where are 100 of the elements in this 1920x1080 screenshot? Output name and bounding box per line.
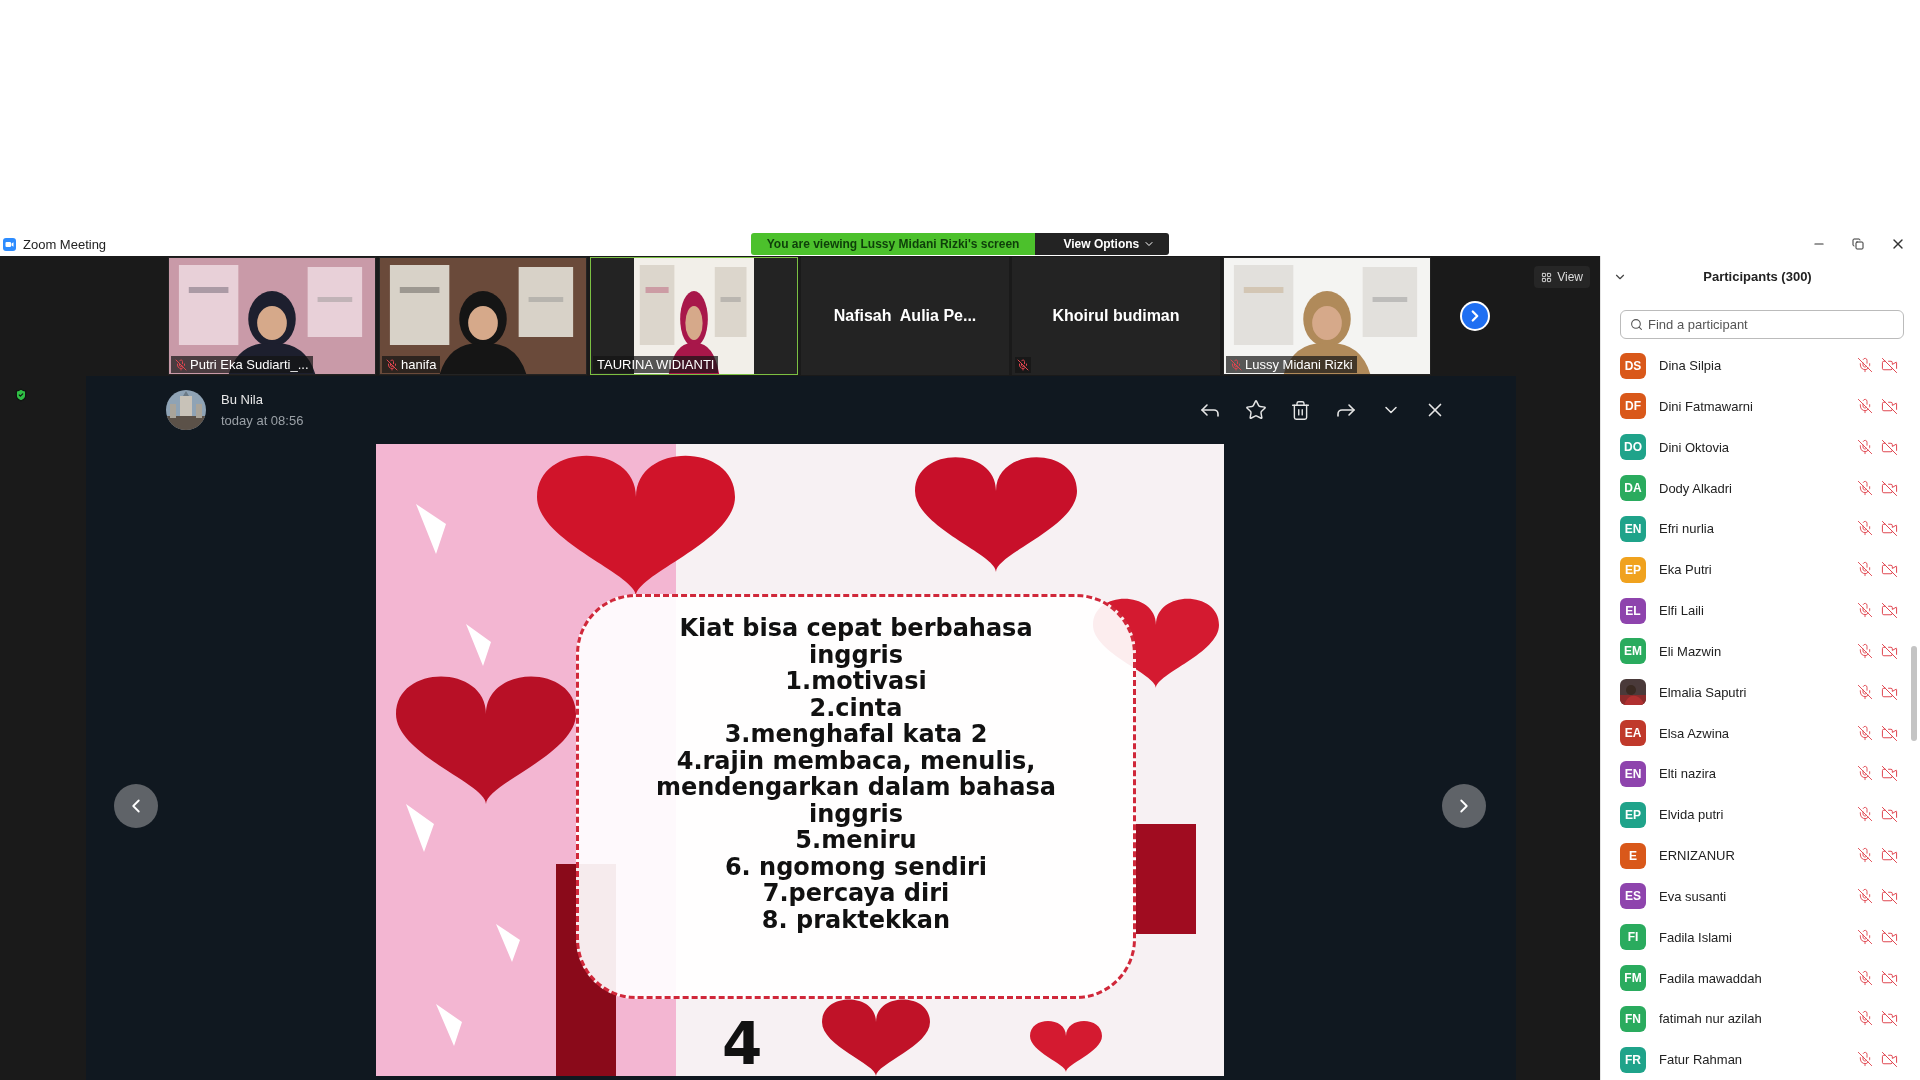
view-options-button[interactable]: View Options [1035, 233, 1170, 255]
panel-title: Participants (300) [1702, 269, 1813, 285]
participant-name: Elfi Laili [1659, 603, 1705, 619]
muted-mic-icon[interactable] [1857, 1010, 1873, 1027]
slide-text: 7.percaya diri [762, 880, 950, 907]
muted-mic-icon[interactable] [1857, 765, 1873, 782]
search-icon [1630, 317, 1643, 331]
participant-name: TAURINA WIDIANTI [593, 356, 719, 373]
participant-name: Dina Silpia [1659, 358, 1723, 374]
sender-name: Bu Nila [221, 392, 264, 407]
participant-name: Efri nurlia [1659, 521, 1715, 537]
restore-button[interactable] [1852, 238, 1864, 250]
participant-avatar: DF [1620, 393, 1646, 420]
participant-name: Fadila mawaddah [1659, 970, 1763, 986]
muted-mic-icon[interactable] [1857, 969, 1873, 986]
participant-name: Eva susanti [1659, 888, 1728, 904]
next-button[interactable] [1442, 784, 1486, 828]
participant-name: Elsa Azwina [1659, 725, 1731, 741]
shield-icon [14, 388, 28, 402]
participant-name: Khoirul budiman [1052, 307, 1180, 325]
participant-name: Fatur Rahman [1659, 1052, 1744, 1068]
participant-avatar: EL [1620, 597, 1646, 624]
participant-name: Fadila Islami [1659, 929, 1733, 945]
video-tile[interactable]: hanifa [379, 257, 587, 375]
search-field[interactable]: Find a participant [1620, 309, 1904, 340]
camera-off-icon[interactable] [1881, 683, 1898, 701]
participant-name: Elvida putri [1659, 807, 1725, 823]
muted-mic-icon[interactable] [1857, 602, 1873, 619]
slide-text: inggris [809, 641, 903, 668]
slide-number: 4 [722, 1014, 763, 1074]
muted-mic-icon [1017, 359, 1029, 371]
participant-name: Eka Putri [1659, 562, 1713, 578]
muted-mic-icon[interactable] [1857, 724, 1873, 741]
camera-off-icon[interactable] [1881, 887, 1898, 905]
grid-icon [1541, 271, 1553, 283]
camera-off-icon[interactable] [1881, 969, 1898, 987]
muted-mic-icon[interactable] [1857, 357, 1873, 374]
slide-text: Kiat bisa cepat berbahasa [679, 615, 1033, 642]
message-time: today at 08:56 [221, 413, 304, 428]
participant-name: Dini Fatmawarni [1659, 398, 1754, 414]
participant-name: Eli Mazwin [1659, 643, 1723, 659]
video-tile[interactable]: Nafisah Aulia Pe... [801, 257, 1009, 375]
camera-off-icon[interactable] [1881, 765, 1898, 783]
camera-off-icon[interactable] [1881, 397, 1898, 415]
video-tile[interactable]: Lussy Midani Rizki [1223, 257, 1431, 375]
camera-off-icon[interactable] [1881, 806, 1898, 824]
participant-name: Putri Eka Sudiarti_... [171, 356, 313, 373]
slide-text: 4.rajin membaca, menulis, [676, 747, 1036, 774]
slide-text: 2.cinta [809, 694, 903, 721]
camera-off-icon[interactable] [1881, 724, 1898, 742]
participant-name: Elti nazira [1659, 766, 1718, 782]
participant-avatar: EA [1620, 720, 1646, 747]
participant-name: Dini Oktovia [1659, 439, 1731, 455]
camera-off-icon[interactable] [1881, 847, 1898, 865]
camera-off-icon[interactable] [1881, 479, 1898, 497]
muted-mic-icon[interactable] [1857, 1051, 1873, 1068]
participant-name: Lussy Midani Rizki [1226, 356, 1357, 373]
participant-avatar: FM [1620, 965, 1646, 992]
camera-off-icon[interactable] [1881, 520, 1898, 538]
star-button[interactable] [1245, 399, 1267, 421]
camera-off-icon[interactable] [1881, 438, 1898, 456]
slide-text: 5.meniru [795, 827, 917, 854]
camera-off-icon[interactable] [1881, 561, 1898, 579]
delete-button[interactable] [1290, 399, 1311, 421]
camera-off-icon[interactable] [1881, 642, 1898, 660]
muted-mic-icon[interactable] [1857, 928, 1873, 945]
muted-mic-icon[interactable] [1857, 397, 1873, 414]
muted-mic-icon[interactable] [1857, 520, 1873, 537]
video-tile[interactable]: Khoirul budiman [1012, 257, 1220, 375]
slide-text: 1.motivasi [785, 668, 927, 695]
muted-mic-icon[interactable] [1857, 642, 1873, 659]
participant-avatar: EN [1620, 760, 1646, 787]
participant-avatar: EN [1620, 515, 1646, 542]
muted-mic-icon[interactable] [1857, 847, 1873, 864]
participant-avatar: FI [1620, 924, 1646, 951]
participant-name: Dody Alkadri [1659, 480, 1733, 496]
participant-avatar: DS [1620, 352, 1646, 379]
camera-off-icon[interactable] [1881, 1010, 1898, 1028]
participant-avatar: EP [1620, 556, 1646, 583]
camera-off-icon[interactable] [1881, 357, 1898, 375]
camera-off-icon[interactable] [1881, 928, 1898, 946]
video-tile[interactable]: TAURINA WIDIANTI [590, 257, 798, 375]
participant-avatar: FN [1620, 1005, 1646, 1032]
slide-text: mendengarkan dalam bahasa [656, 774, 1056, 801]
muted-mic-icon[interactable] [1857, 479, 1873, 496]
camera-off-icon[interactable] [1881, 602, 1898, 620]
slide-text: 3.menghafal kata 2 [724, 721, 988, 748]
previous-button[interactable] [114, 784, 158, 828]
view-button[interactable]: View [1534, 266, 1590, 288]
camera-off-icon[interactable] [1881, 1051, 1898, 1069]
muted-mic-icon[interactable] [1857, 561, 1873, 578]
slide-text: 8. praktekkan [761, 906, 951, 933]
next-page-button[interactable] [1460, 301, 1490, 331]
muted-mic-icon[interactable] [1857, 683, 1873, 700]
participant-avatar: DA [1620, 475, 1646, 502]
video-tile[interactable]: Putri Eka Sudiarti_... [168, 257, 376, 375]
muted-mic-icon[interactable] [1857, 438, 1873, 455]
app-logo-icon [3, 237, 16, 251]
muted-mic-icon[interactable] [1857, 887, 1873, 904]
muted-mic-icon[interactable] [1857, 806, 1873, 823]
